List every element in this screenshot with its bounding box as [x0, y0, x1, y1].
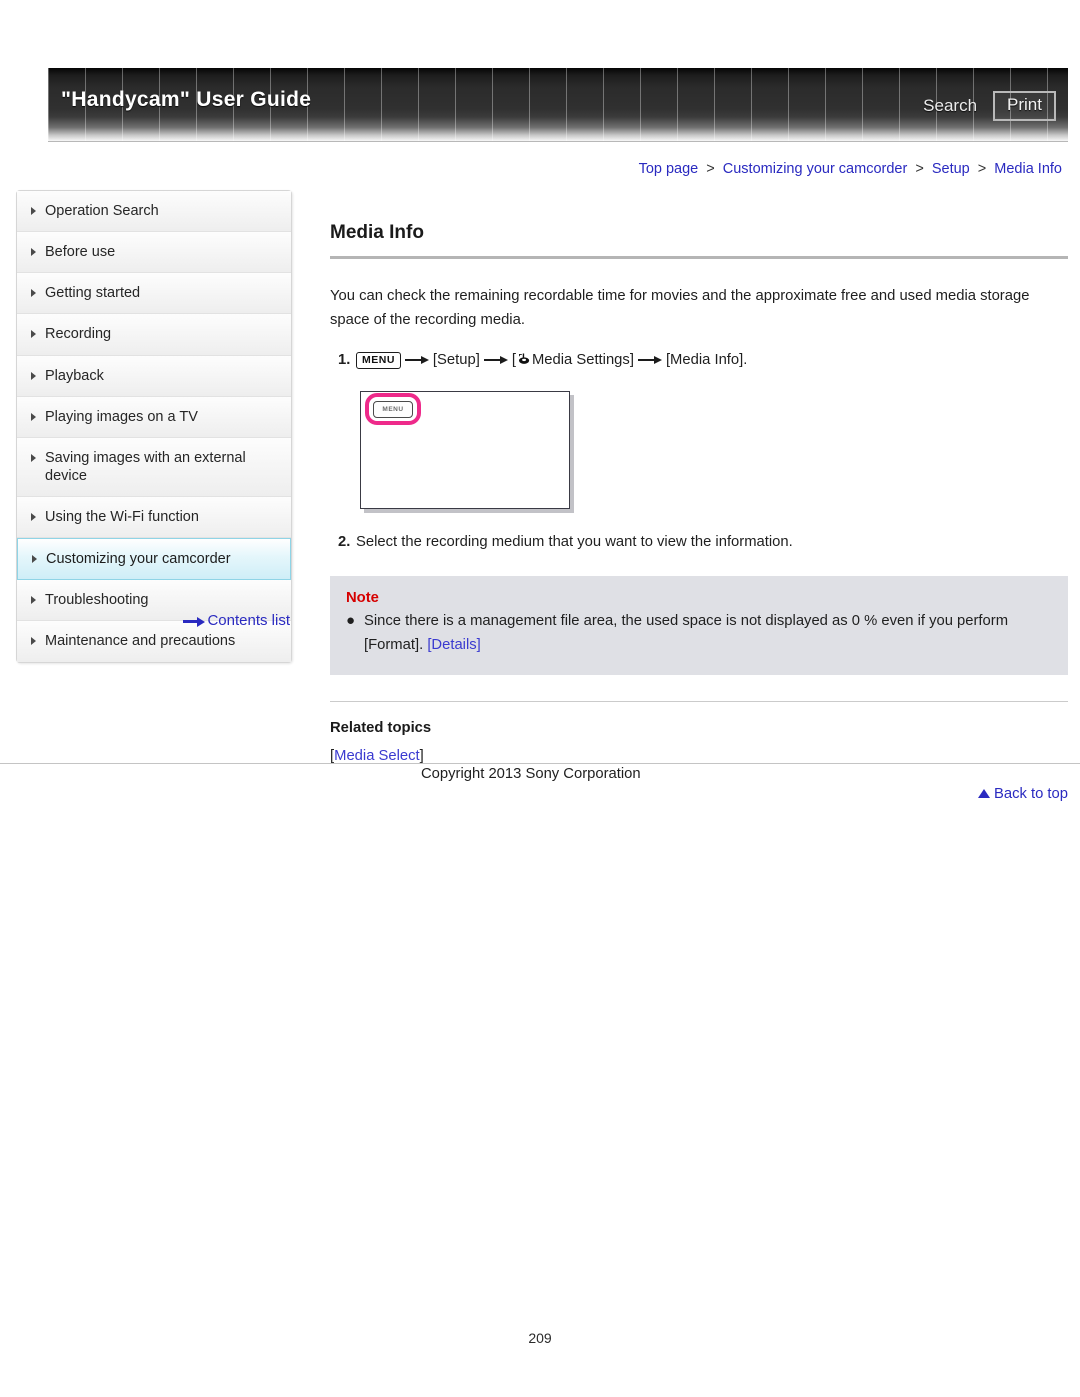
page-title: Media Info	[330, 222, 424, 243]
triangle-right-icon	[31, 207, 36, 215]
triangle-right-icon	[31, 330, 36, 339]
search-link[interactable]: Search	[923, 96, 977, 116]
sidebar-item-label: Getting started	[45, 285, 141, 302]
breadcrumb-item-media-info: Media Info	[994, 161, 1062, 177]
sidebar-item-label: Troubleshooting	[45, 592, 149, 609]
site-header: "Handycam" User Guide Search Print	[48, 68, 1068, 142]
title-divider	[330, 256, 1068, 259]
copyright-text: Copyright 2013 Sony Corporation	[421, 766, 641, 782]
note-title: Note	[346, 590, 379, 607]
sidebar-item-operation-search[interactable]: Operation Search	[17, 191, 291, 233]
main-content: Media Info You can check the remaining r…	[330, 190, 1068, 802]
related-topics-list: [Media Select]	[330, 748, 1068, 764]
menu-button-icon: MENU	[356, 351, 401, 369]
contents-list-label: Contents list	[207, 612, 290, 629]
step-number: 1.	[338, 351, 351, 368]
details-link[interactable]: [Details]	[427, 637, 480, 653]
step-media-info-label: [Media Info].	[665, 351, 748, 368]
related-topics-title: Related topics	[330, 720, 432, 737]
sidebar-item-label: Recording	[45, 326, 112, 343]
step-body: MENU [Setup][Media Settings] [Media Info].	[356, 349, 1068, 373]
sidebar-item-label: Playing images on a TV	[45, 408, 198, 425]
triangle-right-icon	[31, 248, 36, 257]
step-setup-label: [Setup]	[432, 351, 480, 368]
sidebar-item-before-use[interactable]: Before use	[17, 232, 291, 274]
step-2: 2. Select the recording medium that you …	[330, 531, 1068, 555]
media-select-link[interactable]: Media Select	[334, 748, 420, 764]
related-divider	[330, 701, 1068, 703]
step-1: 1. MENU [Setup][Media Settings] [Media Inf…	[330, 349, 1068, 373]
bullet-icon: ●	[346, 612, 356, 630]
page-number: 209	[528, 1330, 552, 1346]
arrow-right-icon	[637, 355, 662, 365]
sidebar-item-getting-started[interactable]: Getting started	[17, 273, 291, 315]
sidebar-item-recording[interactable]: Recording	[17, 314, 291, 356]
print-button[interactable]: Print	[993, 91, 1056, 121]
sidebar-item-customizing-your-camcorder[interactable]: Customizing your camcorder	[17, 538, 291, 581]
header-divider	[48, 141, 1068, 142]
breadcrumb-item-top-page[interactable]: Top page	[639, 161, 699, 177]
triangle-right-icon	[32, 555, 37, 564]
sidebar-item-playback[interactable]: Playback	[17, 355, 291, 397]
back-to-top-link[interactable]: Back to top	[330, 786, 1068, 802]
footer-divider	[0, 763, 1080, 764]
media-settings-icon	[516, 351, 531, 365]
step-number: 2.	[338, 533, 351, 550]
triangle-right-icon	[31, 453, 36, 462]
note-list-item: ● Since there is a management file area,…	[346, 610, 1052, 657]
triangle-right-icon	[31, 513, 36, 521]
back-to-top-label: Back to top	[993, 786, 1068, 803]
breadcrumb-item-customizing-your-camcorder[interactable]: Customizing your camcorder	[723, 161, 908, 177]
triangle-right-icon	[31, 412, 36, 421]
triangle-right-icon	[31, 596, 36, 605]
sidebar-item-label: Maintenance and precautions	[45, 633, 236, 650]
arrow-right-icon	[183, 616, 206, 627]
step-body: Select the recording medium that you wan…	[356, 533, 793, 550]
header-tools: Search Print	[923, 91, 1056, 121]
breadcrumb-item-setup[interactable]: Setup	[932, 161, 970, 177]
camcorder-screen-illustration: MENU	[360, 390, 570, 509]
step-media-settings-label: Media Settings]	[531, 351, 634, 368]
breadcrumb: Top page > Customizing your camcorder > …	[639, 161, 1062, 177]
triangle-up-icon	[977, 789, 990, 799]
intro-paragraph: You can check the remaining recordable t…	[330, 288, 1030, 328]
sidebar-item-using-the-wi-fi-function[interactable]: Using the Wi-Fi function	[17, 497, 291, 539]
sidebar-item-label: Using the Wi-Fi function	[45, 509, 199, 525]
sidebar-item-label: Saving images with an external device	[45, 449, 246, 484]
breadcrumb-separator: >	[706, 161, 715, 177]
triangle-right-icon	[31, 371, 36, 380]
triangle-right-icon	[31, 289, 36, 298]
breadcrumb-separator: >	[977, 161, 987, 177]
sidebar-navigation: Operation Search Before use Getting star…	[16, 190, 292, 663]
sidebar-item-label: Playback	[45, 367, 104, 384]
contents-list-link[interactable]: Contents list	[16, 612, 292, 629]
sidebar-item-label: Customizing your camcorder	[46, 551, 231, 568]
figure-menu-button-icon: MENU	[373, 400, 413, 418]
sidebar-item-label: Operation Search	[45, 203, 159, 219]
bracket-close: ]	[419, 748, 424, 765]
breadcrumb-separator: >	[915, 161, 924, 177]
arrow-right-icon	[483, 355, 508, 365]
triangle-right-icon	[31, 637, 36, 646]
sidebar-item-label: Before use	[45, 244, 116, 261]
menu-screen-figure: MENU	[360, 390, 574, 515]
page-title-banner: "Handycam" User Guide	[61, 88, 312, 111]
arrow-right-icon	[404, 355, 429, 365]
note-text: Since there is a management file area, t…	[364, 610, 1052, 657]
sidebar-item-saving-images-with-an-external-device[interactable]: Saving images with an external device	[17, 437, 291, 497]
note-box: Note ● Since there is a management file …	[330, 576, 1068, 676]
sidebar-item-playing-images-on-a-tv[interactable]: Playing images on a TV	[17, 396, 291, 438]
